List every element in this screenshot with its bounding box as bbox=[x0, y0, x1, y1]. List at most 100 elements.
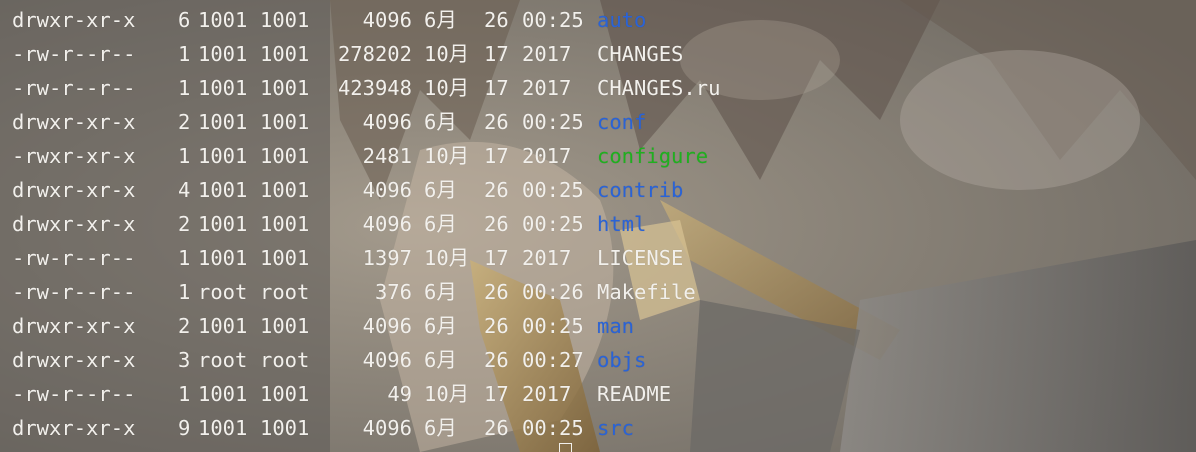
permissions: drwxr-xr-x bbox=[12, 348, 136, 372]
listing-row: drwxr-xr-x 6 1001 1001 4096 6月 26 00:25 auto bbox=[12, 3, 646, 37]
file-name: conf bbox=[597, 110, 647, 134]
link-count: 1 bbox=[178, 76, 191, 100]
file-name: README bbox=[597, 382, 672, 406]
file-name: CHANGES.ru bbox=[597, 76, 721, 100]
group: 1001 bbox=[260, 246, 310, 270]
permissions: drwxr-xr-x bbox=[12, 314, 136, 338]
day: 26 bbox=[484, 110, 509, 134]
file-size: 4096 bbox=[362, 212, 412, 236]
file-name: CHANGES bbox=[597, 42, 684, 66]
time-or-year: 00:25 bbox=[522, 416, 584, 440]
time-or-year: 2017 bbox=[522, 42, 572, 66]
permissions: drwxr-xr-x bbox=[12, 8, 136, 32]
link-count: 9 bbox=[178, 416, 191, 440]
time-or-year: 00:25 bbox=[522, 8, 584, 32]
day: 26 bbox=[484, 416, 509, 440]
group: 1001 bbox=[260, 110, 310, 134]
group: 1001 bbox=[260, 416, 310, 440]
owner: root bbox=[198, 280, 248, 304]
owner: 1001 bbox=[198, 314, 248, 338]
month: 6月 bbox=[424, 8, 457, 32]
owner: 1001 bbox=[198, 144, 248, 168]
listing-row: -rw-r--r-- 1 1001 1001 49 10月 17 2017 README bbox=[12, 377, 671, 411]
month: 10月 bbox=[424, 246, 470, 270]
day: 26 bbox=[484, 280, 509, 304]
listing-row: drwxr-xr-x 4 1001 1001 4096 6月 26 00:25 contrib bbox=[12, 173, 683, 207]
link-count: 2 bbox=[178, 110, 191, 134]
link-count: 6 bbox=[178, 8, 191, 32]
listing-row: -rw-r--r-- 1 1001 1001 1397 10月 17 2017 LICENSE bbox=[12, 241, 683, 275]
owner: 1001 bbox=[198, 8, 248, 32]
file-name: objs bbox=[597, 348, 647, 372]
file-size: 4096 bbox=[362, 348, 412, 372]
link-count: 2 bbox=[178, 212, 191, 236]
terminal-window[interactable]: drwxr-xr-x 6 1001 1001 4096 6月 26 00:25 auto -rw-… bbox=[0, 0, 1196, 452]
link-count: 1 bbox=[178, 280, 191, 304]
month: 6月 bbox=[424, 280, 457, 304]
month: 6月 bbox=[424, 348, 457, 372]
listing-row: drwxr-xr-x 2 1001 1001 4096 6月 26 00:25 conf bbox=[12, 105, 646, 139]
month: 10月 bbox=[424, 382, 470, 406]
file-name: Makefile bbox=[597, 280, 696, 304]
file-size: 49 bbox=[387, 382, 412, 406]
owner: 1001 bbox=[198, 212, 248, 236]
permissions: -rwxr-xr-x bbox=[12, 144, 136, 168]
file-size: 4096 bbox=[362, 110, 412, 134]
group: 1001 bbox=[260, 178, 310, 202]
owner: 1001 bbox=[198, 42, 248, 66]
group: root bbox=[260, 280, 310, 304]
file-name: man bbox=[597, 314, 635, 338]
group: 1001 bbox=[260, 382, 310, 406]
time-or-year: 2017 bbox=[522, 76, 572, 100]
time-or-year: 00:25 bbox=[522, 314, 584, 338]
permissions: drwxr-xr-x bbox=[12, 178, 136, 202]
link-count: 4 bbox=[178, 178, 191, 202]
listing-row: drwxr-xr-x 2 1001 1001 4096 6月 26 00:25 html bbox=[12, 207, 646, 241]
owner: 1001 bbox=[198, 416, 248, 440]
permissions: -rw-r--r-- bbox=[12, 246, 136, 270]
permissions: -rw-r--r-- bbox=[12, 382, 136, 406]
group: 1001 bbox=[260, 314, 310, 338]
group: 1001 bbox=[260, 212, 310, 236]
file-name: LICENSE bbox=[597, 246, 684, 270]
month: 6月 bbox=[424, 416, 457, 440]
time-or-year: 00:26 bbox=[522, 280, 584, 304]
day: 26 bbox=[484, 8, 509, 32]
time-or-year: 2017 bbox=[522, 246, 572, 270]
file-size: 2481 bbox=[362, 144, 412, 168]
group: 1001 bbox=[260, 76, 310, 100]
link-count: 1 bbox=[178, 382, 191, 406]
listing-row: drwxr-xr-x 2 1001 1001 4096 6月 26 00:25 man bbox=[12, 309, 634, 343]
time-or-year: 00:25 bbox=[522, 110, 584, 134]
owner: root bbox=[198, 348, 248, 372]
file-size: 4096 bbox=[362, 178, 412, 202]
group: 1001 bbox=[260, 144, 310, 168]
file-size: 4096 bbox=[362, 416, 412, 440]
owner: 1001 bbox=[198, 76, 248, 100]
owner: 1001 bbox=[198, 178, 248, 202]
month: 6月 bbox=[424, 212, 457, 236]
file-name: contrib bbox=[597, 178, 684, 202]
link-count: 1 bbox=[178, 42, 191, 66]
file-name: html bbox=[597, 212, 647, 236]
time-or-year: 00:27 bbox=[522, 348, 584, 372]
day: 26 bbox=[484, 348, 509, 372]
owner: 1001 bbox=[198, 110, 248, 134]
text-cursor bbox=[559, 443, 572, 452]
file-size: 1397 bbox=[362, 246, 412, 270]
file-name: src bbox=[597, 416, 635, 440]
month: 10月 bbox=[424, 144, 470, 168]
group: root bbox=[260, 348, 310, 372]
month: 6月 bbox=[424, 178, 457, 202]
time-or-year: 2017 bbox=[522, 382, 572, 406]
permissions: drwxr-xr-x bbox=[12, 416, 136, 440]
link-count: 2 bbox=[178, 314, 191, 338]
file-size: 423948 bbox=[337, 76, 412, 100]
file-size: 4096 bbox=[362, 314, 412, 338]
file-size: 376 bbox=[374, 280, 412, 304]
listing-row: -rw-r--r-- 1 1001 1001 278202 10月 17 2017 CHANGE… bbox=[12, 37, 683, 71]
day: 17 bbox=[484, 382, 509, 406]
day: 17 bbox=[484, 144, 509, 168]
file-size: 278202 bbox=[337, 42, 412, 66]
file-name: configure bbox=[597, 144, 709, 168]
